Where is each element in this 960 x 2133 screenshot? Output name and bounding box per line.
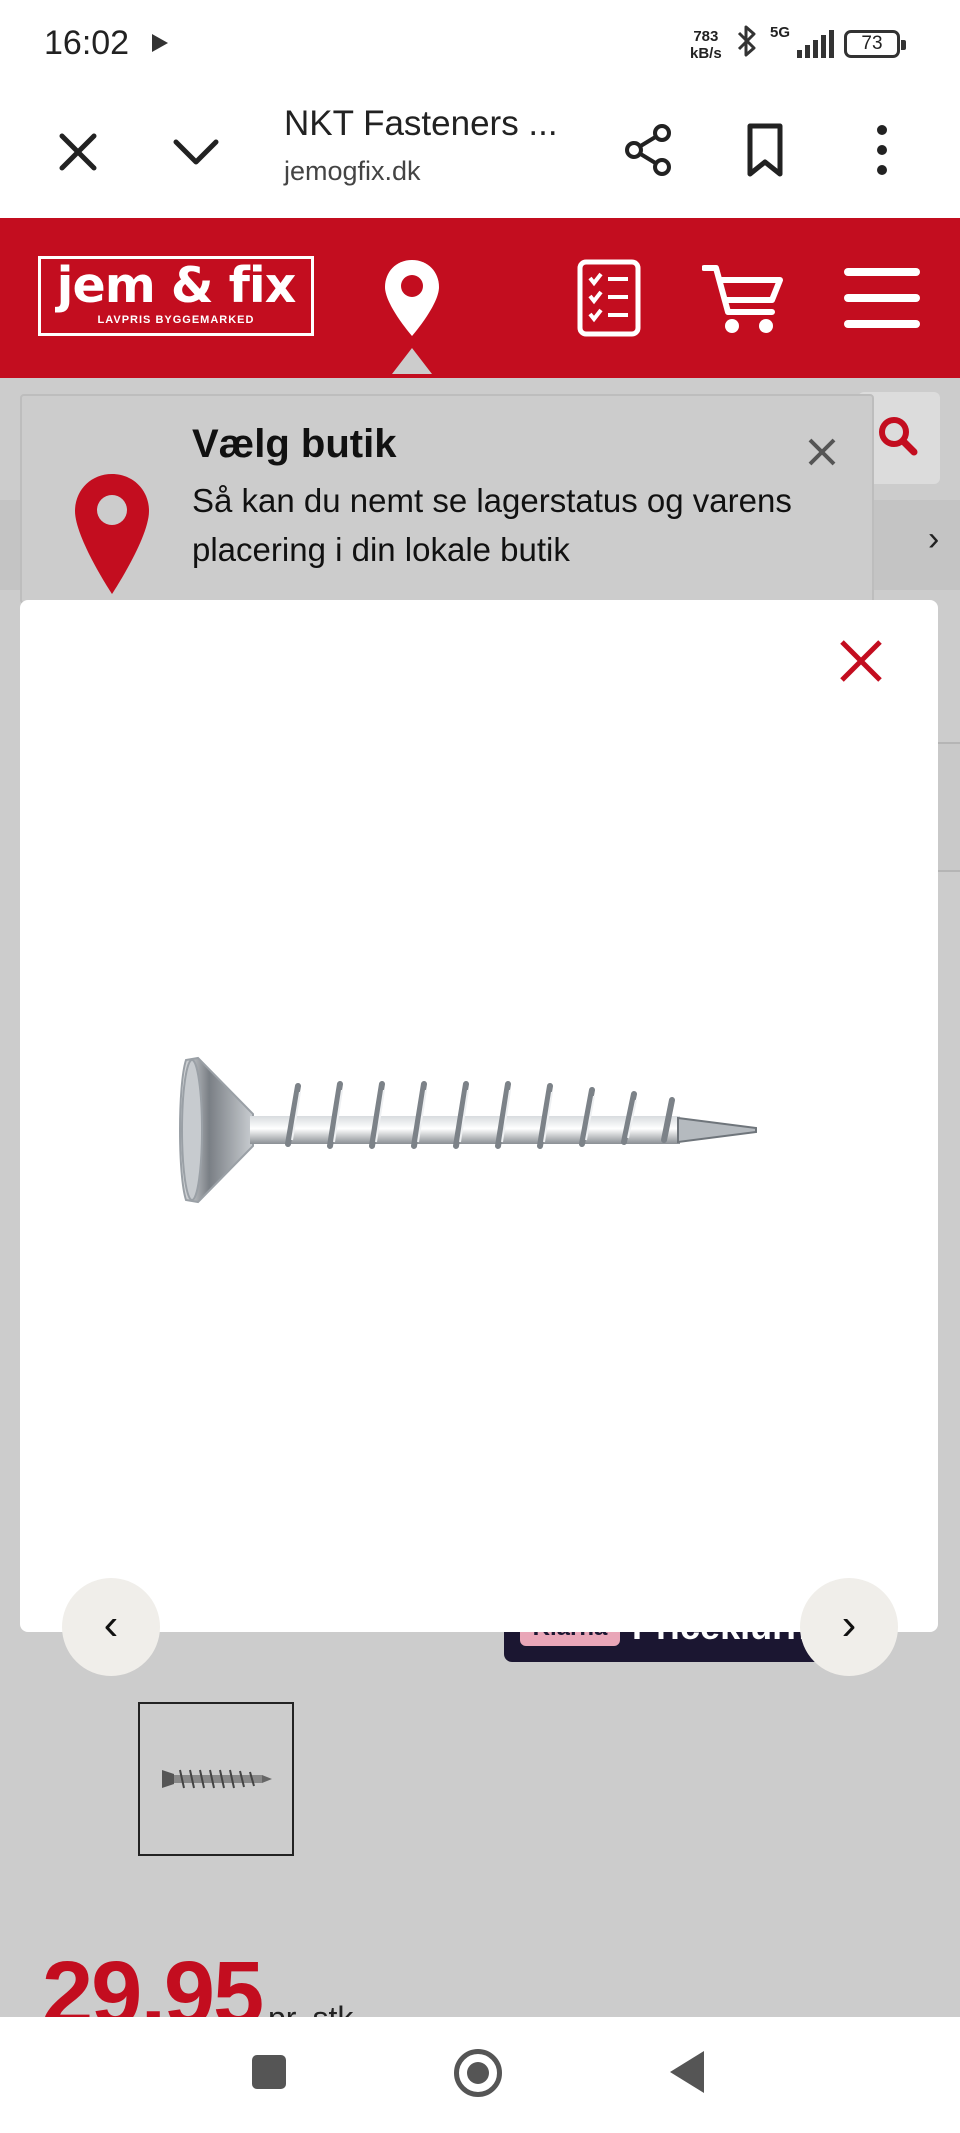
- popover-arrow: [392, 348, 432, 374]
- category-next-arrow[interactable]: ›: [928, 520, 939, 559]
- popover-close-icon[interactable]: [806, 436, 838, 468]
- lightbox-close-icon[interactable]: [838, 638, 884, 684]
- network-speed: 783 kB/s: [690, 28, 722, 62]
- previous-image-button[interactable]: ‹: [62, 1578, 160, 1676]
- browser-toolbar: NKT Fasteners ... jemogfix.dk: [0, 90, 960, 218]
- store-location-icon[interactable]: [382, 258, 442, 338]
- shopping-list-icon[interactable]: [576, 258, 642, 338]
- chevron-down-icon[interactable]: [168, 126, 224, 178]
- logo-tagline: LAVPRIS BYGGEMARKED: [97, 314, 255, 326]
- battery-indicator: 73: [844, 30, 906, 58]
- site-header: jem & fix LAVPRIS BYGGEMARKED: [0, 218, 960, 378]
- more-options-icon[interactable]: [862, 120, 902, 180]
- logo-text: jem & fix: [56, 257, 297, 314]
- site-logo[interactable]: jem & fix LAVPRIS BYGGEMARKED: [38, 256, 314, 336]
- screw-product-image: [179, 1056, 757, 1204]
- status-bar: 16:02 783 kB/s 5G 73: [0, 0, 960, 90]
- screw-thumbnail-image: [162, 1769, 272, 1789]
- search-icon: [879, 417, 918, 456]
- bluetooth-icon: [737, 25, 756, 57]
- signal-icon: [797, 30, 834, 58]
- product-thumbnail[interactable]: [138, 1702, 294, 1856]
- page-url[interactable]: jemogfix.dk: [284, 156, 421, 187]
- close-icon[interactable]: [52, 126, 104, 178]
- store-popover: Vælg butik Så kan du nemt se lagerstatus…: [20, 394, 874, 604]
- location-pin-icon: [75, 474, 149, 594]
- page-title[interactable]: NKT Fasteners ...: [284, 104, 558, 144]
- share-icon[interactable]: [620, 120, 676, 180]
- system-nav-bar: [0, 2017, 960, 2133]
- popover-title: Vælg butik: [192, 422, 397, 466]
- play-icon: [152, 34, 168, 52]
- back-icon[interactable]: [670, 2051, 704, 2093]
- recents-icon[interactable]: [252, 2055, 286, 2089]
- menu-icon[interactable]: [842, 266, 922, 330]
- status-time: 16:02: [44, 24, 130, 62]
- popover-text: Så kan du nemt se lagerstatus og varens …: [192, 482, 792, 568]
- cart-icon[interactable]: [702, 260, 784, 336]
- network-type: 5G: [770, 24, 791, 41]
- home-icon[interactable]: [454, 2049, 502, 2097]
- bookmark-icon[interactable]: [740, 122, 790, 178]
- next-image-button[interactable]: ›: [800, 1578, 898, 1676]
